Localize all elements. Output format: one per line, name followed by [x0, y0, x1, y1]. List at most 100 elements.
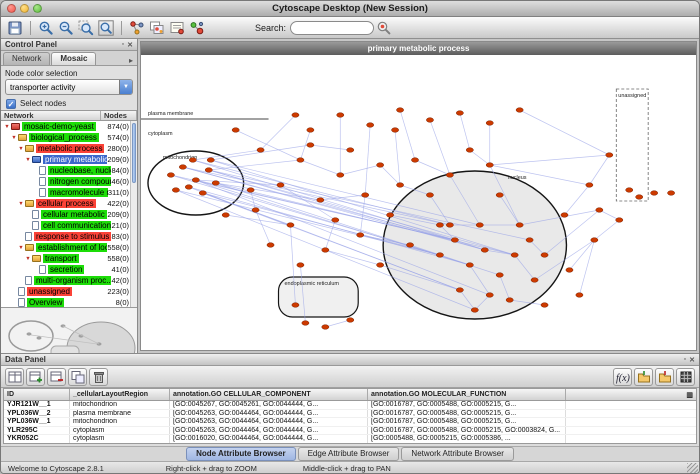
network-node[interactable]	[297, 263, 304, 268]
tree-item-establishment-of-loc[interactable]: ▼establishment of loc...558(0)	[1, 242, 130, 253]
network-node[interactable]	[566, 268, 573, 273]
network-node[interactable]	[426, 193, 433, 198]
network-manager-icon[interactable]	[127, 18, 147, 37]
table-cell[interactable]: [GO:0005488, GO:0005215, GO:0005386, ...	[368, 435, 566, 443]
network-node[interactable]	[307, 143, 314, 148]
network-node[interactable]	[406, 243, 413, 248]
delete-attribute-icon[interactable]	[47, 368, 66, 386]
table-cell[interactable]: mitochondrion	[70, 401, 170, 409]
tree-item-overview[interactable]: Overview8(0)	[1, 297, 130, 307]
table-cell[interactable]: [GO:0045263, GO:0044464, GO:0044444, G..…	[170, 418, 368, 426]
tree-expand-icon[interactable]: ▼	[3, 124, 11, 130]
table-cell[interactable]: YPL036W__2	[4, 410, 70, 418]
network-node[interactable]	[179, 165, 186, 170]
network-canvas-svg[interactable]: plasma membranecytoplasmmitochondrionnuc…	[141, 55, 696, 350]
network-node[interactable]	[516, 223, 523, 228]
tab-mosaic[interactable]: Mosaic	[51, 52, 96, 65]
zoom-selected-region-icon[interactable]	[76, 18, 96, 37]
network-node[interactable]	[167, 173, 174, 178]
tab-overflow-icon[interactable]: ▸	[129, 56, 135, 65]
table-cell[interactable]: YPL036W__1	[4, 418, 70, 426]
network-node[interactable]	[466, 263, 473, 268]
select-attributes-icon[interactable]	[5, 368, 24, 386]
tree-item-nucleobase-nucleoside[interactable]: nucleobase, nucleoside...84(0)	[1, 165, 130, 176]
table-row-ypl036w-2[interactable]: YPL036W__2plasma membrane[GO:0045263, GO…	[4, 410, 696, 419]
float-panel-icon[interactable]: ▫	[684, 356, 686, 364]
network-node[interactable]	[205, 168, 212, 173]
network-node[interactable]	[456, 111, 463, 116]
network-node[interactable]	[396, 108, 403, 113]
tab-node-attribute-browser[interactable]: Node Attribute Browser	[186, 447, 296, 461]
network-node[interactable]	[387, 213, 394, 218]
tree-expand-icon[interactable]: ▼	[24, 256, 32, 262]
tree-expand-icon[interactable]: ▼	[17, 146, 25, 152]
enhanced-search-icon[interactable]	[374, 18, 394, 37]
tree-item-cellular-metabolic-pro[interactable]: cellular metabolic pro...209(0)	[1, 209, 130, 220]
network-node[interactable]	[481, 248, 488, 253]
network-node[interactable]	[451, 238, 458, 243]
network-node[interactable]	[297, 158, 304, 163]
network-node[interactable]	[302, 321, 309, 326]
close-panel-icon[interactable]: ✕	[689, 356, 695, 364]
network-node[interactable]	[247, 188, 254, 193]
import-attributes-icon[interactable]	[634, 368, 653, 386]
network-node[interactable]	[337, 173, 344, 178]
tree-expand-icon[interactable]: ▼	[17, 201, 25, 207]
table-cell[interactable]: cytoplasm	[70, 435, 170, 443]
table-row-yjr121w-1[interactable]: YJR121W__1mitochondrion[GO:0045267, GO:0…	[4, 401, 696, 410]
tree-scrollbar-thumb[interactable]	[132, 123, 136, 183]
network-node[interactable]	[292, 113, 299, 118]
network-node[interactable]	[212, 181, 219, 186]
network-node[interactable]	[377, 163, 384, 168]
network-node[interactable]	[267, 243, 274, 248]
network-node[interactable]	[591, 238, 598, 243]
copy-attribute-icon[interactable]	[68, 368, 87, 386]
network-node[interactable]	[426, 118, 433, 123]
maximize-window-button[interactable]	[33, 4, 42, 13]
birdseye-view[interactable]	[1, 308, 137, 353]
tree-item-unassigned[interactable]: unassigned223(0)	[1, 286, 130, 297]
network-node[interactable]	[232, 128, 239, 133]
network-node[interactable]	[252, 208, 259, 213]
tree-expand-icon[interactable]: ▼	[24, 157, 32, 163]
column-header-annotation-go-cellular-component[interactable]: annotation.GO CELLULAR_COMPONENT	[170, 389, 368, 400]
network-node[interactable]	[486, 293, 493, 298]
new-network-from-selection-icon[interactable]	[147, 18, 167, 37]
tab-network[interactable]: Network	[3, 52, 50, 65]
network-node[interactable]	[586, 183, 593, 188]
network-node[interactable]	[456, 288, 463, 293]
table-cell[interactable]: plasma membrane	[70, 410, 170, 418]
network-node[interactable]	[616, 218, 623, 223]
table-cell[interactable]: [GO:0016787, GO:0005488, GO:0005215, G..…	[368, 418, 566, 426]
network-node[interactable]	[516, 108, 523, 113]
network-node[interactable]	[476, 223, 483, 228]
function-builder-icon[interactable]: f(x)	[613, 368, 632, 386]
table-cell[interactable]: YLR295C	[4, 427, 70, 435]
network-node[interactable]	[207, 158, 214, 163]
network-node[interactable]	[337, 113, 344, 118]
tree-item-multi-organism-proc[interactable]: multi-organism proc...42(0)	[1, 275, 130, 286]
zoom-fit-icon[interactable]	[96, 18, 116, 37]
network-node[interactable]	[277, 183, 284, 188]
close-panel-icon[interactable]: ✕	[127, 41, 133, 49]
table-row-ykr052c[interactable]: YKR052Ccytoplasm[GO:0016020, GO:0044464,…	[4, 435, 696, 443]
network-node[interactable]	[287, 223, 294, 228]
tab-network-attribute-browser[interactable]: Network Attribute Browser	[401, 447, 513, 461]
tree-item-nitrogen-compound[interactable]: nitrogen compound...46(0)	[1, 176, 130, 187]
network-node[interactable]	[436, 253, 443, 258]
tree-item-biological-process[interactable]: ▼biological_process574(0)	[1, 132, 130, 143]
tree-item-transport[interactable]: ▼transport558(0)	[1, 253, 130, 264]
network-canvas[interactable]: plasma membranecytoplasmmitochondrionnuc…	[141, 55, 696, 350]
network-view-title[interactable]: primary metabolic process	[141, 42, 696, 55]
network-node[interactable]	[396, 183, 403, 188]
network-node[interactable]	[446, 173, 453, 178]
network-node[interactable]	[357, 233, 364, 238]
network-node[interactable]	[576, 293, 583, 298]
network-node[interactable]	[526, 238, 533, 243]
network-node[interactable]	[636, 195, 643, 200]
trash-icon[interactable]	[89, 368, 108, 386]
network-node[interactable]	[307, 128, 314, 133]
zoom-out-icon[interactable]	[56, 18, 76, 37]
network-node[interactable]	[471, 308, 478, 313]
network-node[interactable]	[606, 153, 613, 158]
